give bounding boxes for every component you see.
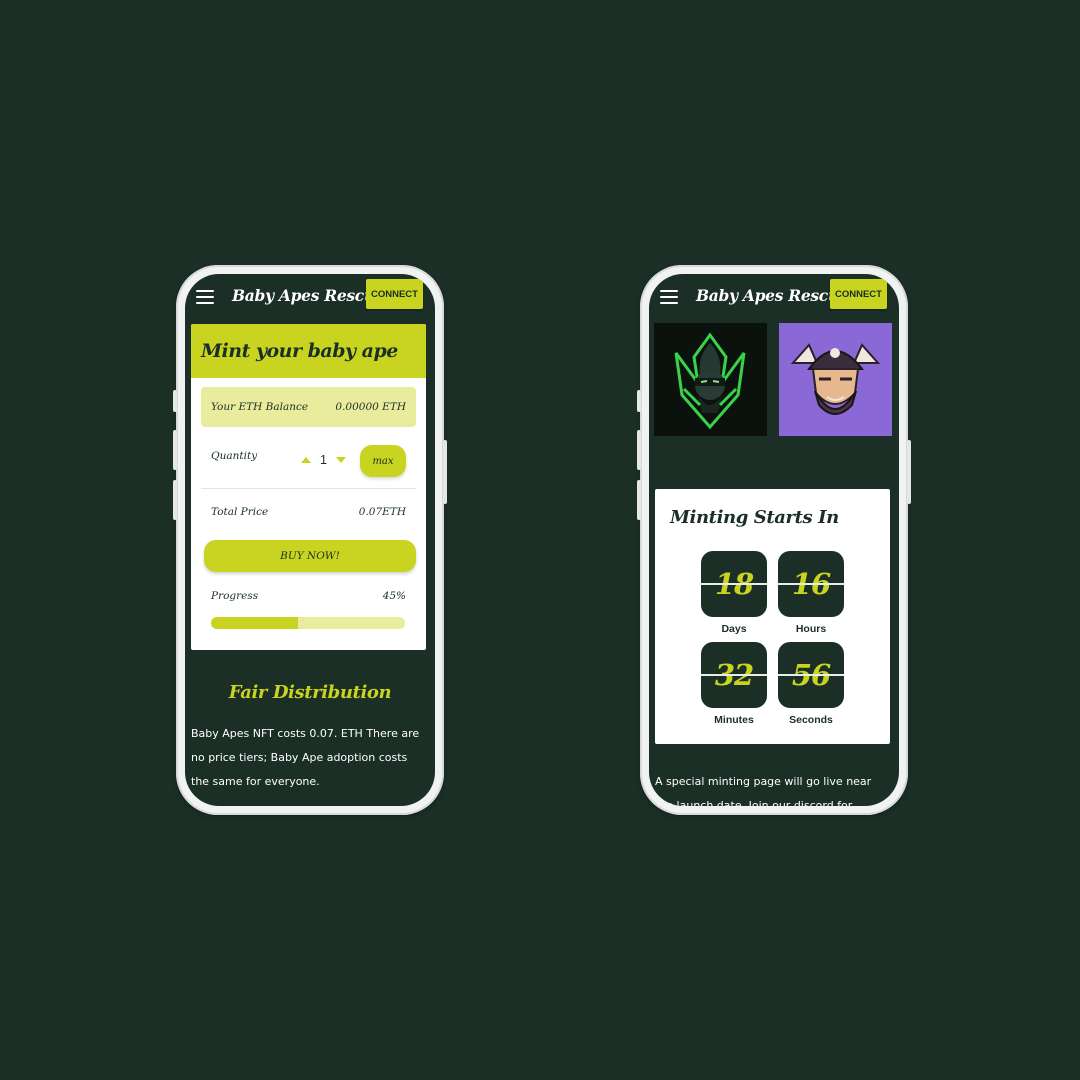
pirate-mascot-icon [790, 343, 881, 415]
quantity-value[interactable]: 1 [320, 453, 327, 467]
increment-arrow-icon[interactable] [301, 457, 311, 463]
max-button[interactable]: max [360, 445, 406, 477]
flip-divider [778, 583, 844, 585]
mint-card-header: Mint your baby ape [191, 324, 426, 378]
total-price-label: Total Price [211, 506, 269, 518]
flip-divider [701, 674, 767, 676]
balance-label: Your ETH Balance [211, 401, 309, 413]
divider [201, 488, 416, 489]
countdown-days-box: 18 [701, 551, 767, 617]
countdown-hours-box: 16 [778, 551, 844, 617]
phone-screen: Baby Apes Rescue CONNECT Minting Starts … [649, 274, 899, 806]
buy-now-button[interactable]: BUY NOW! [204, 540, 416, 572]
ninja-mascot-image [654, 323, 767, 436]
site-brand[interactable]: Baby Apes Rescue [232, 286, 385, 305]
power-button [443, 440, 447, 504]
power-button [907, 440, 911, 504]
flip-divider [778, 674, 844, 676]
flip-divider [701, 583, 767, 585]
site-header: Baby Apes Rescue CONNECT [649, 274, 899, 324]
mute-switch [173, 390, 177, 412]
fair-distribution-heading: Fair Distribution [228, 682, 392, 703]
balance-value: 0.00000 ETH [335, 401, 406, 413]
connect-button[interactable]: CONNECT [830, 279, 887, 309]
mint-card: Mint your baby ape Your ETH Balance 0.00… [191, 324, 426, 650]
decrement-arrow-icon[interactable] [335, 457, 346, 463]
fair-distribution-text: Baby Apes NFT costs 0.07. ETH There are … [191, 727, 420, 788]
minting-info-text: A special minting page will go live near… [655, 775, 872, 806]
countdown-minutes-label: Minutes [714, 714, 754, 726]
site-brand[interactable]: Baby Apes Rescue [696, 286, 849, 305]
countdown-card: Minting Starts In 18 Days 16 Hours 32 Mi… [655, 489, 890, 744]
site-header: Baby Apes Rescue CONNECT [185, 274, 435, 324]
quantity-stepper[interactable]: 1 [301, 453, 346, 467]
ninja-mascot-icon [674, 332, 746, 430]
pirate-mascot-image [779, 323, 892, 436]
countdown-title: Minting Starts In [670, 507, 839, 528]
mute-switch [637, 390, 641, 412]
quantity-label: Quantity [211, 450, 258, 462]
countdown-minutes-box: 32 [701, 642, 767, 708]
volume-up-button [173, 430, 177, 470]
mint-title: Mint your baby ape [201, 340, 398, 362]
hamburger-menu-icon[interactable] [660, 290, 678, 304]
phone-screen: Baby Apes Rescue CONNECT Mint your baby … [185, 274, 435, 806]
eth-balance-row: Your ETH Balance 0.00000 ETH [201, 387, 416, 427]
volume-down-button [637, 480, 641, 520]
phone-mockup-countdown: Baby Apes Rescue CONNECT Minting Starts … [637, 265, 911, 815]
volume-up-button [637, 430, 641, 470]
volume-down-button [173, 480, 177, 520]
countdown-days-label: Days [721, 623, 747, 635]
total-price-value: 0.07ETH [358, 506, 406, 518]
countdown-hours-label: Hours [795, 623, 827, 635]
progress-bar-fill [211, 617, 299, 629]
progress-bar [211, 617, 405, 629]
phone-mockup-mint: Baby Apes Rescue CONNECT Mint your baby … [173, 265, 447, 815]
countdown-seconds-label: Seconds [789, 714, 833, 726]
hamburger-menu-icon[interactable] [196, 290, 214, 304]
countdown-seconds-box: 56 [778, 642, 844, 708]
progress-label: Progress [211, 590, 259, 602]
progress-value: 45% [382, 590, 406, 602]
connect-button[interactable]: CONNECT [366, 279, 423, 309]
